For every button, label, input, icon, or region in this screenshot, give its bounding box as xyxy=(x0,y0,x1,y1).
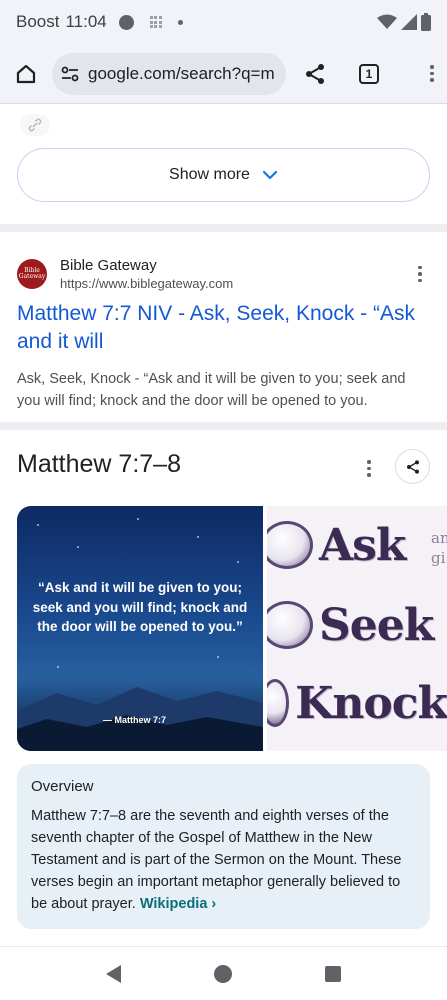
section-divider xyxy=(0,422,447,430)
verse-image[interactable]: “Ask and it will be given to you; seek a… xyxy=(17,506,263,751)
battery-icon xyxy=(421,13,431,31)
word-ask: Ask xyxy=(319,519,406,571)
result-source[interactable]: Bible Gateway Bible Gateway https://www.… xyxy=(17,254,430,294)
word-seek: Seek xyxy=(319,599,434,651)
carrier-label: Boost xyxy=(16,12,60,31)
notification-dot-icon xyxy=(177,19,183,25)
tab-switcher-button[interactable]: 1 xyxy=(342,44,396,104)
link-icon[interactable] xyxy=(20,114,50,136)
fist-icon xyxy=(267,679,290,727)
knowledge-panel-title: Matthew 7:7–8 xyxy=(17,450,181,478)
verse-attribution: — Matthew 7:7 xyxy=(103,715,167,725)
site-name: Bible Gateway xyxy=(60,257,157,274)
recent-apps-icon[interactable] xyxy=(324,965,341,982)
site-url: https://www.biblegateway.com xyxy=(60,276,234,291)
more-vert-icon xyxy=(422,65,442,82)
site-settings-icon[interactable] xyxy=(60,64,80,84)
tab-count: 1 xyxy=(359,63,379,84)
result-more-icon[interactable] xyxy=(410,265,430,283)
address-bar[interactable]: google.com/search?q=m xyxy=(52,52,286,95)
notification-icon xyxy=(118,14,134,30)
show-more-button[interactable]: Show more xyxy=(17,148,430,202)
overview-heading: Overview xyxy=(31,778,94,795)
system-nav-bar xyxy=(0,946,447,1000)
result-title-link[interactable]: Matthew 7:7 NIV - Ask, Seek, Knock - “As… xyxy=(17,300,430,356)
panel-share-button[interactable] xyxy=(395,449,430,484)
word-knock: Knock xyxy=(295,677,447,729)
image-side-text: an gi xyxy=(431,529,447,567)
show-more-label: Show more xyxy=(169,166,250,183)
app-grid-icon xyxy=(149,16,162,28)
verse-quote: “Ask and it will be given to you; seek a… xyxy=(32,580,248,634)
share-icon xyxy=(406,459,419,474)
eyes-icon xyxy=(267,601,313,649)
overview-card: Overview Matthew 7:7–8 are the seventh a… xyxy=(17,764,430,929)
back-icon[interactable] xyxy=(106,964,122,983)
mountains-silhouette xyxy=(17,687,263,751)
home-circle-icon[interactable] xyxy=(213,964,232,983)
home-icon xyxy=(16,64,36,83)
hand-icon xyxy=(267,521,313,569)
search-results: Show more Bible Gateway Bible Gateway ht… xyxy=(0,104,447,946)
panel-more-icon[interactable] xyxy=(359,460,379,477)
result-snippet: Ask, Seek, Knock - “Ask and it will be g… xyxy=(17,371,406,409)
wikipedia-link[interactable]: Wikipedia › xyxy=(140,896,216,912)
wifi-icon xyxy=(377,14,397,29)
status-bar: Boost 11:04 xyxy=(0,0,447,44)
site-favicon: Bible Gateway xyxy=(17,259,47,289)
ask-seek-knock-image[interactable]: Ask Seek Knock an gi xyxy=(267,506,447,751)
browser-menu-button[interactable] xyxy=(396,44,442,104)
browser-toolbar: google.com/search?q=m 1 xyxy=(0,44,447,104)
chevron-down-icon xyxy=(262,170,278,180)
clock: 11:04 xyxy=(65,12,107,31)
signal-icon xyxy=(401,14,417,30)
home-button[interactable] xyxy=(0,44,52,104)
share-icon xyxy=(306,63,324,84)
share-button[interactable] xyxy=(288,44,342,104)
section-divider xyxy=(0,224,447,232)
url-text[interactable]: google.com/search?q=m xyxy=(88,64,275,84)
